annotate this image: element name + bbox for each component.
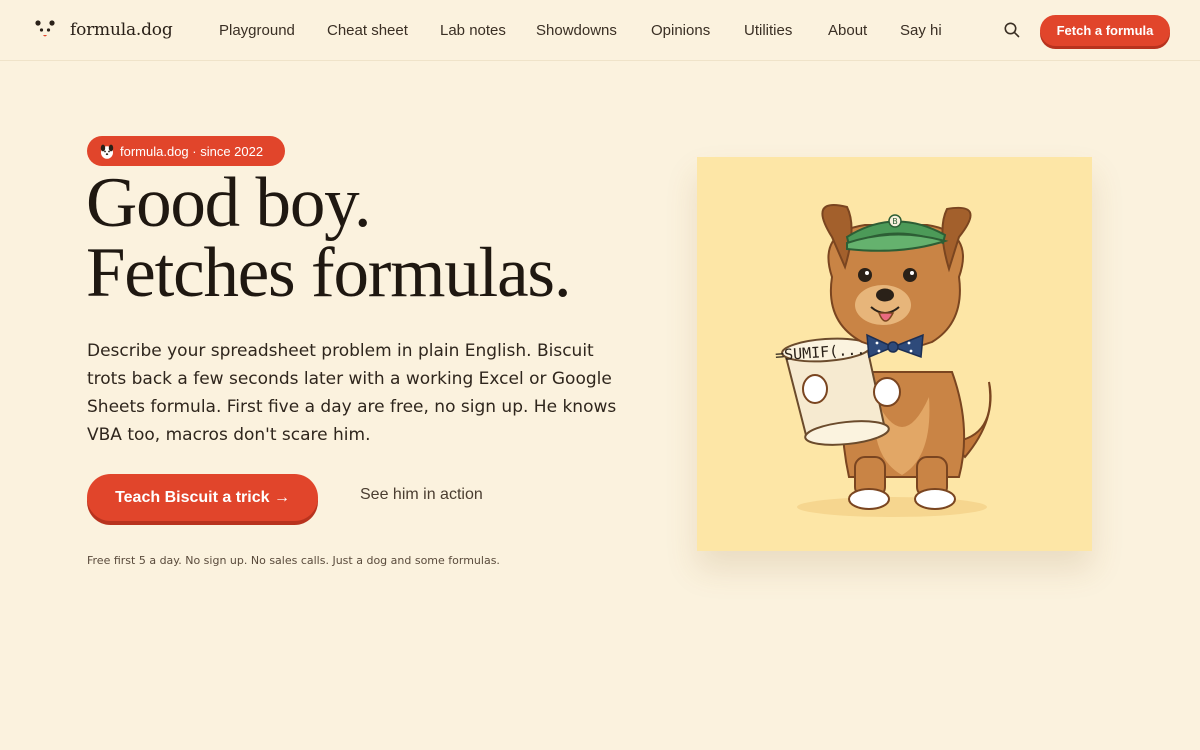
search-icon bbox=[1004, 22, 1020, 38]
brand-name: formula.dog bbox=[70, 20, 173, 40]
dog-illustration: =SUMIF(...) B bbox=[774, 204, 992, 517]
search-button[interactable] bbox=[1003, 21, 1021, 39]
visor-badge-text: B bbox=[892, 217, 898, 226]
nav-item-utilities[interactable]: Utilities bbox=[744, 22, 801, 39]
nav-item-cheat-sheet[interactable]: Cheat sheet bbox=[327, 22, 413, 39]
headline-line-1: Good boy. bbox=[86, 164, 372, 242]
since-badge-label: formula.dog · since 2022 bbox=[120, 143, 264, 159]
hero-description: Describe your spreadsheet problem in pla… bbox=[87, 341, 617, 445]
nav-item-showdowns[interactable]: Showdowns bbox=[536, 22, 624, 39]
dog-icon bbox=[100, 144, 114, 159]
headline-line-2: Fetches formulas. bbox=[86, 234, 572, 312]
site-header: formula.dog Playground Cheat sheet Lab n… bbox=[0, 0, 1200, 61]
nav-item-playground[interactable]: Playground bbox=[219, 22, 300, 39]
main-nav: Playground Cheat sheet Lab notes Showdow… bbox=[219, 19, 942, 41]
biscuit-illustration: =SUMIF(...) B bbox=[697, 157, 1092, 551]
since-badge: formula.dog · since 2022 bbox=[87, 136, 285, 166]
nav-item-lab-notes[interactable]: Lab notes bbox=[440, 22, 509, 39]
hero-fineprint: Free first 5 a day. No sign up. No sales… bbox=[87, 554, 500, 567]
dog-face-icon bbox=[35, 20, 55, 37]
hero-headline: Good boy. Fetches formulas. bbox=[86, 164, 646, 312]
nav-item-say-hi[interactable]: Say hi bbox=[900, 22, 942, 39]
see-him-in-action-link[interactable]: See him in action bbox=[360, 486, 483, 508]
fetch-formula-button[interactable]: Fetch a formula bbox=[1040, 15, 1170, 46]
nav-item-opinions[interactable]: Opinions bbox=[651, 22, 717, 39]
teach-biscuit-button[interactable]: Teach Biscuit a trick → bbox=[87, 474, 318, 521]
nav-item-about[interactable]: About bbox=[828, 22, 873, 39]
brand-logo-link[interactable]: formula.dog bbox=[34, 16, 173, 44]
